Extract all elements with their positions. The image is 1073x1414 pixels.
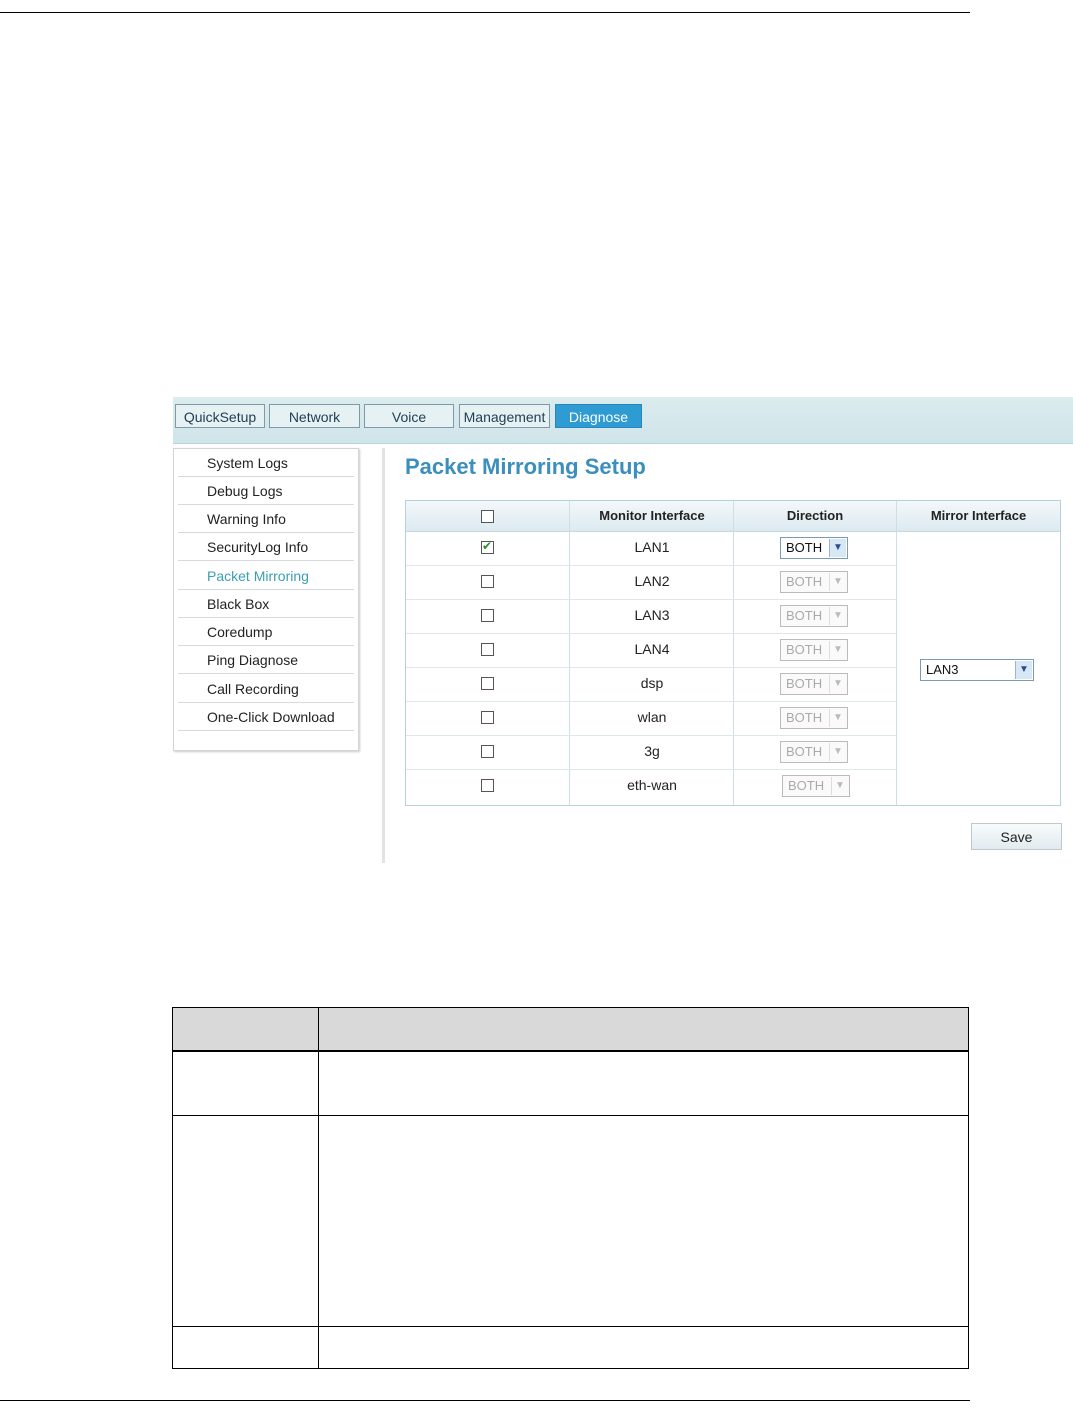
direction-select: BOTH ▼	[780, 639, 848, 661]
row-checkbox[interactable]	[481, 539, 494, 554]
row-divider	[406, 701, 896, 702]
chevron-down-icon: ▼	[829, 709, 846, 727]
menu-item-system-logs[interactable]: System Logs	[178, 449, 354, 477]
direction-value: BOTH	[786, 710, 823, 725]
mirror-interface-value: LAN3	[926, 662, 959, 677]
tab-quicksetup[interactable]: QuickSetup	[175, 404, 265, 428]
tab-network[interactable]: Network	[269, 404, 360, 428]
menu-item-black-box[interactable]: Black Box	[178, 590, 354, 618]
row-checkbox[interactable]	[481, 779, 494, 792]
mirror-interface-select[interactable]: LAN3 ▼	[920, 659, 1034, 681]
row-checkbox[interactable]	[481, 745, 494, 758]
col-divider	[896, 501, 897, 805]
monitor-interface-cell: eth-wan	[627, 777, 677, 793]
menu-item-securitylog-info[interactable]: SecurityLog Info	[178, 533, 354, 561]
direction-value: BOTH	[786, 540, 823, 555]
row-checkbox[interactable]	[481, 711, 494, 724]
row-checkbox[interactable]	[481, 677, 494, 690]
chevron-down-icon: ▼	[829, 607, 846, 625]
row-divider	[406, 599, 896, 600]
monitor-interface-cell: LAN2	[634, 573, 670, 589]
monitor-interface-cell: LAN1	[634, 539, 670, 555]
monitor-interface-cell: LAN3	[634, 607, 670, 623]
col-divider	[733, 501, 734, 805]
description-table	[172, 1007, 969, 1369]
direction-select: BOTH ▼	[780, 571, 848, 593]
header-monitor-interface: Monitor Interface	[599, 508, 705, 523]
monitor-interface-cell: wlan	[637, 709, 667, 725]
direction-value: BOTH	[786, 574, 823, 589]
save-button[interactable]: Save	[971, 823, 1062, 850]
tab-diagnose[interactable]: Diagnose	[555, 404, 642, 428]
mirroring-table: Monitor Interface Direction Mirror Inter…	[405, 500, 1061, 806]
direction-select: BOTH ▼	[780, 707, 848, 729]
direction-value: BOTH	[786, 676, 823, 691]
tab-management[interactable]: Management	[459, 404, 550, 428]
col-divider	[569, 501, 570, 805]
direction-select: BOTH ▼	[780, 605, 848, 627]
top-rule	[0, 12, 970, 13]
row-divider	[406, 769, 896, 770]
menu-item-warning-info[interactable]: Warning Info	[178, 505, 354, 533]
monitor-interface-cell: 3g	[644, 743, 660, 759]
row-divider	[406, 633, 896, 634]
menu-item-ping-diagnose[interactable]: Ping Diagnose	[178, 646, 354, 674]
description-table-divider	[318, 1008, 319, 1368]
menu-item-one-click-download[interactable]: One-Click Download	[178, 703, 354, 731]
description-table-header	[173, 1008, 968, 1052]
direction-select: BOTH ▼	[782, 775, 850, 797]
monitor-interface-cell: LAN4	[634, 641, 670, 657]
monitor-interface-cell: dsp	[640, 675, 664, 691]
direction-value: BOTH	[786, 608, 823, 623]
description-table-row-line	[173, 1115, 968, 1116]
chevron-down-icon: ▼	[829, 641, 846, 659]
page-title: Packet Mirroring Setup	[405, 454, 646, 479]
direction-select: BOTH ▼	[780, 673, 848, 695]
direction-value: BOTH	[786, 744, 823, 759]
chevron-down-icon: ▼	[829, 573, 846, 591]
direction-value: BOTH	[788, 778, 825, 793]
row-divider	[406, 735, 896, 736]
menu-item-call-recording[interactable]: Call Recording	[178, 675, 354, 703]
description-table-row-line	[173, 1326, 968, 1327]
chevron-down-icon: ▼	[829, 743, 846, 761]
header-direction: Direction	[786, 508, 844, 523]
content-divider	[382, 448, 385, 863]
row-checkbox[interactable]	[481, 575, 494, 588]
select-all-checkbox[interactable]	[481, 510, 494, 523]
row-checkbox[interactable]	[481, 643, 494, 656]
chevron-down-icon: ▼	[829, 539, 846, 557]
menu-item-coredump[interactable]: Coredump	[178, 618, 354, 646]
chevron-down-icon: ▼	[831, 777, 848, 795]
router-screenshot: QuickSetup Network Voice Management Diag…	[173, 397, 1073, 863]
bottom-rule	[0, 1400, 970, 1401]
direction-select[interactable]: BOTH ▼	[780, 537, 848, 559]
tab-voice[interactable]: Voice	[364, 404, 454, 428]
side-menu: System Logs Debug Logs Warning Info Secu…	[173, 448, 359, 751]
row-checkbox[interactable]	[481, 609, 494, 622]
header-mirror-interface: Mirror Interface	[930, 508, 1027, 523]
menu-item-packet-mirroring[interactable]: Packet Mirroring	[178, 562, 354, 590]
row-divider	[406, 667, 896, 668]
direction-select: BOTH ▼	[780, 741, 848, 763]
chevron-down-icon: ▼	[829, 675, 846, 693]
row-divider	[406, 565, 896, 566]
direction-value: BOTH	[786, 642, 823, 657]
chevron-down-icon: ▼	[1015, 661, 1032, 679]
menu-item-debug-logs[interactable]: Debug Logs	[178, 477, 354, 505]
top-nav: QuickSetup Network Voice Management Diag…	[173, 397, 1073, 444]
